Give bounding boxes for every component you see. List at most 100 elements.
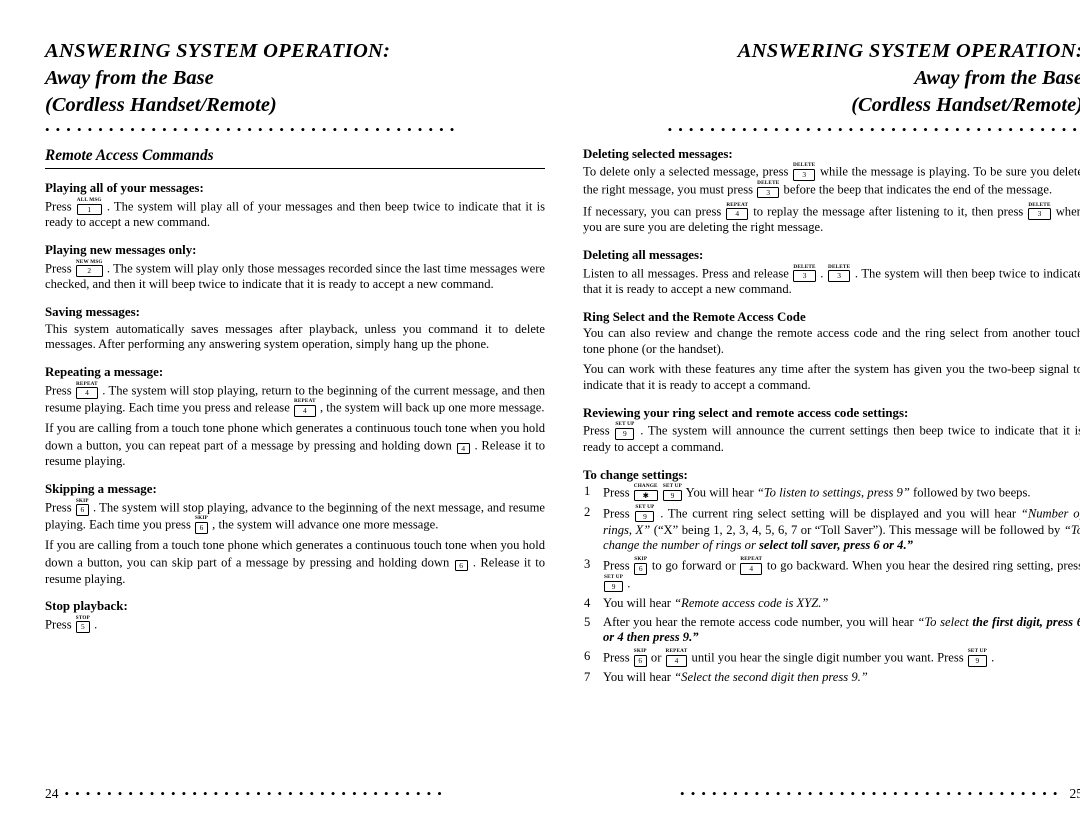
keypad-key-1: ALL MSG 1	[76, 196, 102, 215]
key-caption: DELETE	[828, 263, 851, 270]
list-item: 4 You will hear “Remote access code is XY…	[584, 595, 829, 610]
step-number: 2	[584, 504, 591, 519]
paragraph: Press REPEAT 4 . The system will stop pla…	[45, 380, 545, 417]
keypad-key-3: DELETE 3	[793, 264, 816, 282]
keypad-key-4: REPEAT 4	[726, 202, 749, 220]
keypad-key-3: DELETE 3	[1028, 201, 1051, 220]
key-label: 4	[456, 442, 470, 455]
paragraph: This system automatically saves messages…	[45, 321, 545, 352]
key-caption: CHANGE	[633, 483, 658, 490]
paragraph: You can also review and change the remot…	[583, 326, 1080, 357]
list-item: 5 After you hear the remote access code n…	[584, 614, 1080, 645]
right-page-heading: ANSWERING SYSTEM OPERATION: Away from th…	[583, 38, 1080, 119]
key-label: 4	[726, 208, 749, 220]
subheading: Deleting selected messages:	[583, 147, 733, 162]
paragraph: If necessary, you can press REPEAT 4 to r…	[583, 201, 1080, 235]
step-number: 5	[584, 614, 591, 629]
key-label: 6	[195, 522, 208, 534]
subheading: Saving messages:	[45, 305, 140, 320]
key-caption: DELETE	[793, 162, 816, 169]
list-item: 3 Press SKIP 6 to go forward or REPEAT 4 to…	[584, 556, 1080, 593]
subheading: To change settings:	[583, 467, 688, 482]
step-number: 1	[584, 484, 591, 499]
keypad-key-4: X4	[456, 437, 470, 455]
key-label: 9	[635, 510, 655, 523]
left-page: ANSWERING SYSTEM OPERATION: Away from th…	[45, 0, 545, 834]
key-label: 4	[75, 387, 98, 399]
paragraph: Press STOP 5 .	[45, 614, 98, 633]
change-settings-steps: 1 Press CHANGE ✱ SET UP 9 You will hear “To…	[583, 484, 1080, 686]
paragraph: To delete only a selected message, press…	[583, 162, 1080, 199]
right-heading-dot-rule: •••••••••••••••••••••••••••••••••••••••	[667, 125, 1080, 136]
subheading: Reviewing your ring select and remote ac…	[583, 406, 909, 421]
key-label: 3	[1028, 208, 1051, 220]
key-caption: SKIP	[633, 648, 647, 655]
heading-line-2: Away from the Base	[914, 67, 1080, 90]
heading-line-1: ANSWERING SYSTEM OPERATION:	[45, 40, 391, 62]
key-label: 6	[454, 559, 468, 572]
key-caption: SKIP	[634, 556, 648, 563]
step-number: 7	[584, 670, 591, 685]
list-item: 1 Press CHANGE ✱ SET UP 9 You will hear “To…	[584, 483, 1031, 502]
list-item: 2 Press SET UP 9 . The current ring select…	[584, 503, 1080, 553]
key-label: 9	[615, 428, 635, 440]
manual-page-spread: ANSWERING SYSTEM OPERATION: Away from th…	[0, 0, 1080, 834]
keypad-key-4: REPEAT 4	[665, 648, 688, 667]
keypad-key-9: SET UP 9	[615, 422, 635, 440]
paragraph: If you are calling from a touch tone pho…	[45, 537, 545, 586]
key-label: 1	[76, 203, 102, 215]
right-body: Deleting selected messages: To delete onl…	[583, 146, 1080, 686]
left-page-heading: ANSWERING SYSTEM OPERATION: Away from th…	[45, 38, 545, 119]
subheading: Playing all of your messages:	[45, 181, 204, 196]
section-title: Remote Access Commands	[45, 146, 545, 170]
key-label: 9	[967, 655, 987, 667]
keypad-key-9: SET UP 9	[604, 574, 624, 593]
list-item: 7 You will hear “Select the second digit …	[584, 670, 868, 685]
key-label: 6	[633, 655, 647, 667]
keypad-key-4: REPEAT 4	[293, 398, 316, 417]
keypad-key-6: X6	[454, 554, 468, 572]
footer-dots-left: ••••••••••••••••••••••••••••••••••••	[64, 788, 448, 800]
keypad-key-3: DELETE 3	[757, 180, 780, 199]
keypad-key-✱: CHANGE ✱	[633, 483, 658, 502]
paragraph: You can work with these features any tim…	[583, 362, 1080, 393]
key-label: 2	[75, 265, 103, 277]
keypad-key-4: REPEAT 4	[740, 557, 763, 575]
keypad-key-3: DELETE 3	[793, 162, 816, 181]
key-caption: DELETE	[1028, 201, 1051, 208]
list-item: 6 Press SKIP 6 or REPEAT 4 until you hear t…	[584, 648, 995, 667]
keypad-key-9: SET UP 9	[967, 649, 987, 667]
keypad-key-9: SET UP 9	[635, 504, 655, 523]
key-caption: SKIP	[75, 497, 89, 504]
key-caption: REPEAT	[665, 648, 688, 655]
key-label: 9	[604, 580, 624, 593]
subheading: Ring Select and the Remote Access Code	[583, 310, 806, 325]
heading-line-1: ANSWERING SYSTEM OPERATION:	[737, 40, 1080, 62]
key-caption: DELETE	[757, 180, 780, 187]
left-content-blocks: Playing all of your messages: Press ALL M…	[45, 180, 545, 633]
subheading: Skipping a message:	[45, 482, 157, 497]
keypad-key-6: SKIP 6	[75, 497, 89, 516]
right-content-blocks: Deleting selected messages: To delete onl…	[583, 146, 1080, 483]
left-footer: 24 ••••••••••••••••••••••••••••••••••••	[45, 786, 545, 801]
keypad-key-5: STOP 5	[75, 615, 91, 633]
paragraph: Listen to all messages. Press and releas…	[583, 263, 1080, 297]
step-number: 4	[584, 595, 591, 610]
left-body: Remote Access Commands Playing all of yo…	[45, 146, 545, 633]
key-label: 4	[293, 405, 316, 417]
subheading: Repeating a message:	[45, 365, 164, 380]
key-label: 3	[793, 169, 816, 181]
key-caption: SET UP	[604, 574, 624, 580]
keypad-key-9: SET UP 9	[662, 484, 682, 502]
keypad-key-2: NEW MSG 2	[75, 258, 103, 277]
heading-line-3: (Cordless Handset/Remote)	[45, 94, 277, 117]
key-caption: ALL MSG	[76, 196, 102, 203]
key-caption: REPEAT	[293, 398, 316, 405]
key-caption: NEW MSG	[75, 258, 103, 265]
key-label: 6	[634, 563, 648, 575]
key-label: 9	[662, 489, 682, 502]
step-number: 3	[584, 557, 591, 572]
key-label: 3	[793, 270, 816, 282]
paragraph: Press SKIP 6 . The system will stop playi…	[45, 497, 545, 534]
key-caption: SKIP	[195, 515, 208, 522]
